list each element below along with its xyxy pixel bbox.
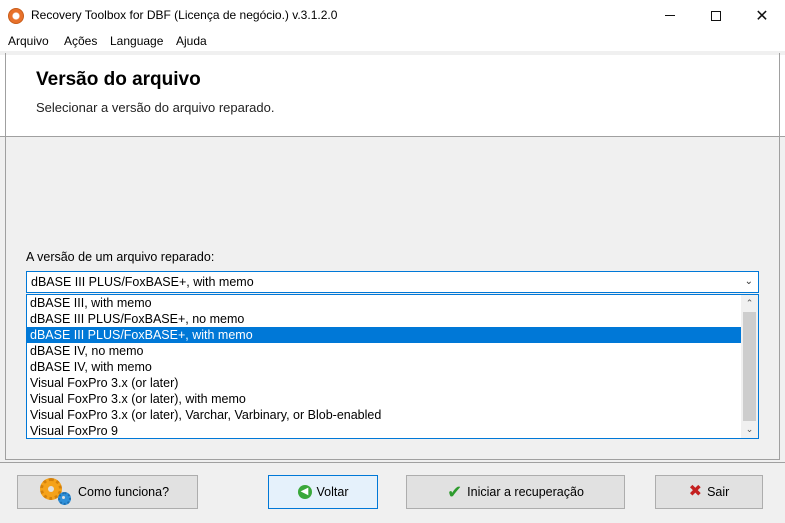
start-recovery-button[interactable]: ✔ Iniciar a recuperação (406, 475, 625, 509)
cross-icon: ✖ (688, 483, 703, 500)
menu-bar: Arquivo Ações Language Ajuda (0, 31, 785, 51)
page-subtitle: Selecionar a versão do arquivo reparado. (36, 100, 275, 115)
minimize-button[interactable] (647, 0, 693, 31)
menu-ajuda[interactable]: Ajuda (176, 34, 207, 48)
version-select[interactable]: dBASE III PLUS/FoxBASE+, with memo ⌄ (26, 271, 759, 293)
footer-divider (0, 462, 785, 463)
dropdown-option[interactable]: dBASE III, with memo (27, 295, 742, 311)
menu-language[interactable]: Language (110, 34, 163, 48)
scroll-down-icon[interactable]: ⌄ (741, 421, 758, 438)
dropdown-option[interactable]: Visual FoxPro 3.x (or later), Varchar, V… (27, 407, 742, 423)
app-logo-icon (8, 8, 24, 24)
exit-label: Sair (707, 485, 730, 499)
scroll-up-icon[interactable]: ⌃ (741, 295, 758, 312)
version-dropdown-list: dBASE III, with memo dBASE III PLUS/FoxB… (26, 294, 759, 439)
how-it-works-label: Como funciona? (78, 485, 170, 499)
chevron-down-icon: ⌄ (744, 276, 753, 287)
dropdown-option[interactable]: dBASE IV, with memo (27, 359, 742, 375)
dropdown-scrollbar[interactable]: ⌃ ⌄ (741, 295, 758, 438)
wizard-header: Versão do arquivo Selecionar a versão do… (0, 55, 785, 137)
back-label: Voltar (316, 485, 349, 499)
maximize-icon (711, 10, 721, 21)
menu-acoes[interactable]: Ações (64, 34, 97, 48)
page-title: Versão do arquivo (36, 69, 201, 90)
window-title: Recovery Toolbox for DBF (Licença de neg… (31, 8, 338, 22)
dropdown-option[interactable]: Visual FoxPro 3.x (or later) (27, 375, 742, 391)
how-it-works-button[interactable]: Como funciona? (17, 475, 198, 509)
close-icon: ✕ (755, 7, 769, 25)
version-select-value: dBASE III PLUS/FoxBASE+, with memo (31, 275, 254, 289)
close-button[interactable]: ✕ (739, 0, 785, 31)
version-label: A versão de um arquivo reparado: (26, 250, 215, 264)
exit-button[interactable]: ✖ Sair (655, 475, 763, 509)
dropdown-option[interactable]: dBASE III PLUS/FoxBASE+, no memo (27, 311, 742, 327)
menu-arquivo[interactable]: Arquivo (8, 34, 49, 48)
dropdown-option[interactable]: dBASE IV, no memo (27, 343, 742, 359)
title-bar: Recovery Toolbox for DBF (Licença de neg… (0, 0, 785, 31)
dropdown-option-selected[interactable]: dBASE III PLUS/FoxBASE+, with memo (27, 327, 742, 343)
dropdown-option[interactable]: Visual FoxPro 9 (27, 423, 742, 439)
gears-icon (40, 478, 74, 506)
scrollbar-thumb[interactable] (743, 312, 756, 421)
back-arrow-icon: ◀ (297, 485, 312, 499)
maximize-button[interactable] (693, 0, 739, 31)
start-recovery-label: Iniciar a recuperação (467, 485, 584, 499)
back-button[interactable]: ◀ Voltar (268, 475, 378, 509)
checkmark-icon: ✔ (447, 482, 463, 502)
dropdown-option[interactable]: Visual FoxPro 3.x (or later), with memo (27, 391, 742, 407)
minimize-icon (665, 15, 675, 16)
